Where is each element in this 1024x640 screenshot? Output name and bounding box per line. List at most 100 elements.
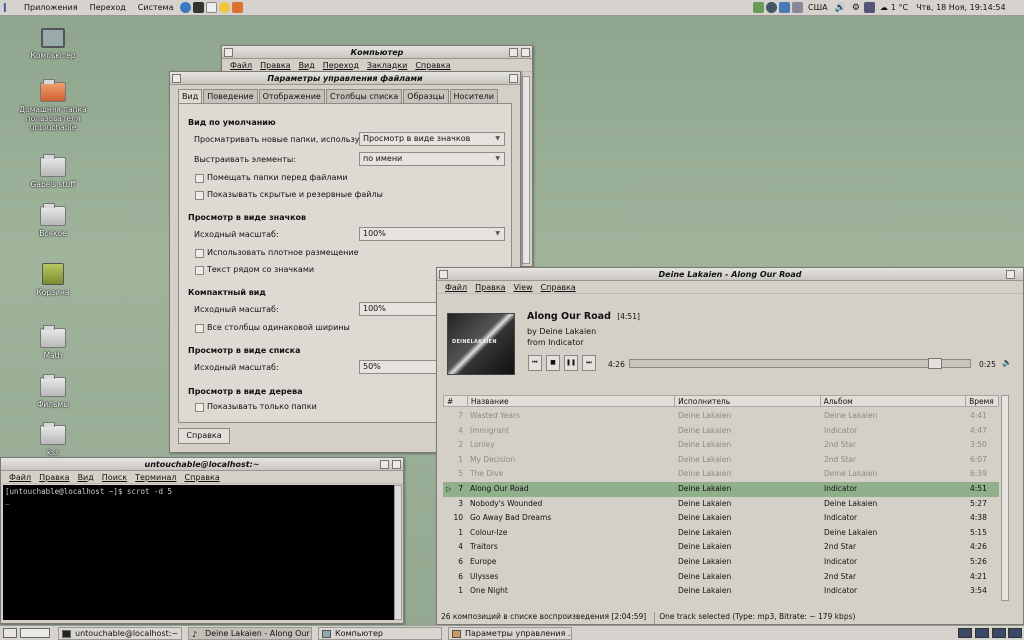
- desktop-icon-home[interactable]: Домашняя папка пользователя untouchable: [18, 79, 88, 132]
- menu-system[interactable]: Система: [132, 3, 180, 12]
- office-launcher-icon[interactable]: [232, 2, 244, 13]
- desktop-icon-kss[interactable]: kss: [18, 422, 88, 457]
- track-row[interactable]: 10 Go Away Bad Dreams Deine Lakaien Indicat…: [443, 511, 999, 526]
- column-header-time[interactable]: Время: [966, 396, 998, 406]
- user-icon[interactable]: [753, 2, 764, 13]
- track-row[interactable]: 7 Wasted Years Deine Lakaien Deine Lakaien 4…: [443, 409, 999, 424]
- keyboard-layout-label[interactable]: США: [808, 3, 828, 12]
- window-titlebar[interactable]: Deine Lakaien - Along Our Road: [437, 268, 1023, 281]
- column-header-album[interactable]: Альбом: [821, 396, 967, 406]
- same-width-columns-checkbox[interactable]: Все столбцы одинаковой ширины: [195, 323, 350, 333]
- foot-menu-icon[interactable]: ǀ: [3, 2, 15, 14]
- close-button[interactable]: [521, 48, 530, 57]
- browser-launcher-icon[interactable]: [180, 2, 192, 13]
- previous-button[interactable]: ⏮: [528, 355, 542, 371]
- seek-slider-thumb[interactable]: [928, 358, 943, 369]
- menu-file[interactable]: Файл: [226, 61, 256, 70]
- menu-edit[interactable]: Правка: [471, 283, 509, 292]
- menu-help[interactable]: Справка: [537, 283, 580, 292]
- menu-view[interactable]: Вид: [74, 473, 98, 482]
- menu-file[interactable]: Файл: [441, 283, 471, 292]
- track-row[interactable]: 3 Nobody's Wounded Deine Lakaien Deine Laka…: [443, 497, 999, 512]
- track-row[interactable]: 6 Ulysses Deine Lakaien 2nd Star 4:21: [443, 570, 999, 585]
- menu-help[interactable]: Справка: [411, 61, 454, 70]
- window-menu-button[interactable]: [224, 48, 233, 57]
- track-row[interactable]: 5 The Dive Deine Lakaien Deine Lakaien 6:39: [443, 467, 999, 482]
- tracklist-scrollbar[interactable]: [1001, 395, 1009, 601]
- menu-edit[interactable]: Правка: [35, 473, 73, 482]
- task-music-player[interactable]: ♪ Deine Lakaien - Along Our Road: [188, 627, 312, 640]
- column-header-title[interactable]: Название: [468, 396, 676, 406]
- close-button[interactable]: [392, 460, 401, 469]
- vertical-scrollbar[interactable]: [394, 485, 402, 620]
- maximize-button[interactable]: [380, 460, 389, 469]
- task-computer[interactable]: Компьютер: [318, 627, 442, 640]
- track-row[interactable]: 2 Lonley Deine Lakaien 2nd Star 3:50: [443, 438, 999, 453]
- tab-display[interactable]: Отображение: [258, 89, 325, 103]
- track-row[interactable]: 7 Along Our Road Deine Lakaien Indicator 4:5…: [443, 482, 999, 497]
- menu-terminal[interactable]: Терминал: [131, 473, 180, 482]
- clock[interactable]: Чтв, 18 Ноя, 19:14:54: [916, 3, 1005, 12]
- pause-button[interactable]: ❚❚: [564, 355, 578, 371]
- update-icon[interactable]: [779, 2, 790, 13]
- desktop-icon-computer[interactable]: Компьютер: [18, 28, 88, 60]
- desktop-icon-math[interactable]: Math: [18, 325, 88, 360]
- task-terminal[interactable]: untouchable@localhost:~: [58, 627, 182, 640]
- menu-search[interactable]: Поиск: [98, 473, 131, 482]
- column-header-artist[interactable]: Исполнитель: [675, 396, 821, 406]
- vertical-scrollbar[interactable]: [522, 76, 530, 264]
- menu-applications[interactable]: Приложения: [18, 3, 84, 12]
- workspace-1[interactable]: [958, 628, 972, 638]
- window-titlebar[interactable]: Компьютер: [222, 46, 532, 59]
- text-beside-icons-checkbox[interactable]: Текст рядом со значками: [195, 265, 314, 275]
- track-row[interactable]: 6 Europe Deine Lakaien Indicator 5:26: [443, 555, 999, 570]
- menu-view[interactable]: Вид: [295, 61, 319, 70]
- settings-icon[interactable]: ⚙: [852, 3, 860, 13]
- folders-first-checkbox[interactable]: Помещать папки перед файлами: [195, 173, 348, 183]
- maximize-button[interactable]: [1006, 270, 1015, 279]
- volume-icon[interactable]: 🔊: [835, 3, 846, 13]
- chat-launcher-icon[interactable]: [219, 2, 231, 13]
- track-row[interactable]: 4 Traitors Deine Lakaien 2nd Star 4:26: [443, 540, 999, 555]
- window-titlebar[interactable]: untouchable@localhost:~: [1, 458, 403, 471]
- desktop-icon-misc[interactable]: Всякое: [18, 203, 88, 238]
- terminal-screen[interactable]: [untouchable@localhost ~]$ scrot -d 5 _: [3, 485, 395, 620]
- close-button[interactable]: [509, 74, 518, 83]
- menu-bookmarks[interactable]: Закладки: [363, 61, 411, 70]
- tab-view[interactable]: Вид: [178, 89, 203, 103]
- task-preferences[interactable]: Параметры управления ...: [448, 627, 572, 640]
- workspace-4[interactable]: [1008, 628, 1022, 638]
- desktop-icon-trash[interactable]: Корзина: [18, 263, 88, 297]
- window-titlebar[interactable]: Параметры управления файлами: [170, 72, 520, 85]
- mail-launcher-icon[interactable]: [206, 2, 218, 13]
- view-new-folders-select[interactable]: Просмотр в виде значков: [359, 132, 505, 146]
- tab-behavior[interactable]: Поведение: [203, 89, 258, 103]
- menu-edit[interactable]: Правка: [256, 61, 294, 70]
- menu-places[interactable]: Переход: [84, 3, 132, 12]
- network-icon[interactable]: [766, 2, 777, 13]
- compact-layout-checkbox[interactable]: Использовать плотное размещение: [195, 248, 359, 258]
- arrange-items-select[interactable]: по имени: [359, 152, 505, 166]
- only-folders-checkbox[interactable]: Показывать только папки: [195, 402, 317, 412]
- menu-go[interactable]: Переход: [319, 61, 363, 70]
- menu-view[interactable]: View: [510, 283, 537, 292]
- window-menu-button[interactable]: [439, 270, 448, 279]
- next-button[interactable]: ⏭: [582, 355, 596, 371]
- window-menu-button[interactable]: [172, 74, 181, 83]
- display-icon[interactable]: [863, 2, 875, 13]
- seek-slider[interactable]: [629, 358, 971, 369]
- tab-media[interactable]: Носители: [449, 89, 498, 103]
- icon-zoom-select[interactable]: 100%: [359, 227, 505, 241]
- tab-preview[interactable]: Образцы: [403, 89, 449, 103]
- volume-icon[interactable]: 🔈: [1002, 358, 1012, 367]
- track-row[interactable]: 1 My Decision Deine Lakaien 2nd Star 6:07: [443, 453, 999, 468]
- desktop-icon-gabes-stuff[interactable]: Gabe's stuff: [18, 154, 88, 189]
- menu-file[interactable]: Файл: [5, 473, 35, 482]
- track-row[interactable]: 1 Colour-Ize Deine Lakaien Deine Lakaien 5:1…: [443, 526, 999, 541]
- show-hidden-checkbox[interactable]: Показывать скрытые и резервные файлы: [195, 190, 383, 200]
- cpu-monitor-icon[interactable]: [792, 2, 803, 13]
- show-desktop-icon[interactable]: [3, 628, 17, 638]
- column-header-number[interactable]: #: [444, 396, 468, 406]
- workspace-2[interactable]: [975, 628, 989, 638]
- help-button[interactable]: Справка: [178, 428, 230, 444]
